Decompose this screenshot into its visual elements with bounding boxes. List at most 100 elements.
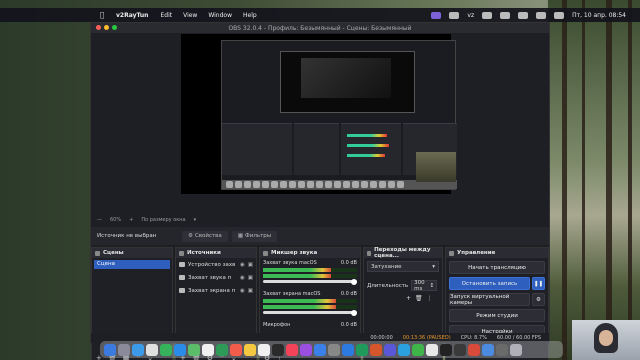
messages-icon[interactable] bbox=[160, 343, 172, 356]
finder-icon[interactable] bbox=[104, 343, 116, 356]
start-stream-button[interactable]: Начать трансляцию bbox=[449, 261, 545, 274]
minimize-button[interactable] bbox=[104, 25, 109, 30]
excel-icon[interactable] bbox=[356, 343, 368, 356]
preview-icon[interactable] bbox=[496, 343, 508, 356]
terminal-icon[interactable] bbox=[440, 343, 452, 356]
scenes-icon bbox=[95, 250, 100, 256]
eye-icon[interactable]: ◉ bbox=[240, 275, 245, 281]
eye-icon[interactable]: ◉ bbox=[240, 262, 245, 268]
reminders-icon[interactable] bbox=[258, 343, 270, 356]
photos-icon[interactable] bbox=[202, 343, 214, 356]
notion-icon[interactable] bbox=[426, 343, 438, 356]
menu-icon[interactable]: ⋮ bbox=[427, 295, 433, 302]
menu-bar:  v2RayTun Edit View Window Help vz Пт, … bbox=[0, 8, 640, 22]
pause-icon[interactable]: ❚❚ bbox=[532, 277, 545, 290]
filters-label: Фильтры bbox=[245, 233, 272, 239]
search-icon[interactable] bbox=[536, 11, 547, 19]
lock-icon[interactable]: ▣ bbox=[248, 262, 253, 268]
studio-mode-button[interactable]: Режим студии bbox=[449, 309, 545, 322]
stop-recording-button[interactable]: Остановить запись bbox=[449, 277, 530, 290]
podcasts-icon[interactable] bbox=[300, 343, 312, 356]
calendar-icon[interactable] bbox=[482, 11, 493, 19]
teams-icon[interactable] bbox=[384, 343, 396, 356]
eye-icon[interactable]: ◉ bbox=[240, 288, 245, 294]
source-label: Захват экрана п bbox=[188, 287, 236, 294]
zoom-plus-icon[interactable]: + bbox=[129, 217, 133, 223]
calendar-app-icon[interactable] bbox=[230, 343, 242, 356]
virtual-camera-button[interactable]: Запуск виртуальной камеры bbox=[449, 293, 530, 306]
duration-input[interactable]: 300 ms ↕ bbox=[411, 280, 438, 292]
volume-slider[interactable] bbox=[263, 309, 357, 316]
lock-icon[interactable]: ▣ bbox=[248, 288, 253, 294]
zoom-icon[interactable] bbox=[482, 343, 494, 356]
filters-button[interactable]: ▦ Фильтры bbox=[231, 230, 278, 242]
transition-type: Затухание bbox=[371, 263, 402, 270]
properties-button[interactable]: ⚙ Свойства bbox=[182, 230, 228, 242]
channel-name: Микрофон bbox=[263, 322, 291, 328]
mail-icon[interactable] bbox=[174, 343, 186, 356]
menu-edit[interactable]: Edit bbox=[160, 12, 172, 19]
telegram-icon[interactable] bbox=[398, 343, 410, 356]
zoom-minus-icon[interactable]: — bbox=[97, 217, 102, 223]
bluetooth-icon[interactable] bbox=[500, 11, 511, 19]
trash-icon[interactable]: 🗑 bbox=[415, 295, 423, 302]
controls-title: Управление bbox=[457, 250, 496, 256]
trash-icon[interactable] bbox=[510, 343, 522, 356]
notes-icon[interactable] bbox=[244, 343, 256, 356]
mixer-icon bbox=[263, 250, 268, 256]
duration-label: Длительность bbox=[367, 282, 409, 289]
menu-window[interactable]: Window bbox=[208, 12, 232, 19]
wifi-icon[interactable] bbox=[518, 11, 529, 19]
chrome-icon[interactable] bbox=[146, 343, 158, 356]
powerpoint-icon[interactable] bbox=[370, 343, 382, 356]
fit-mode[interactable]: По размеру окна bbox=[141, 217, 185, 223]
menu-view[interactable]: View bbox=[183, 12, 197, 19]
lock-icon[interactable]: ▣ bbox=[248, 275, 253, 281]
display-icon[interactable] bbox=[449, 11, 460, 19]
pdf-icon[interactable] bbox=[468, 343, 480, 356]
add-transition-icon[interactable]: + bbox=[406, 295, 411, 302]
gear-icon[interactable]: ⚙ bbox=[532, 293, 545, 306]
zoom-level[interactable]: 60% bbox=[110, 217, 121, 223]
source-label: Устройство захв bbox=[188, 261, 236, 268]
source-item[interactable]: Захват экрана п ◉ ▣ bbox=[176, 284, 256, 297]
scene-item[interactable]: Сцена bbox=[94, 260, 170, 269]
transitions-icon bbox=[367, 250, 372, 256]
volume-slider[interactable] bbox=[263, 278, 357, 285]
menu-app-name[interactable]: v2RayTun bbox=[116, 12, 148, 19]
control-center-icon[interactable] bbox=[554, 11, 565, 19]
close-button[interactable] bbox=[96, 25, 101, 30]
camera-icon bbox=[179, 262, 185, 267]
source-item[interactable]: Устройство захв ◉ ▣ bbox=[176, 258, 256, 271]
input-language[interactable]: vz bbox=[467, 12, 474, 19]
transition-select[interactable]: Затухание ▾ bbox=[367, 261, 439, 272]
audio-capture-icon bbox=[179, 275, 185, 280]
chevron-down-icon: ▾ bbox=[432, 263, 435, 270]
volume-meter bbox=[263, 305, 357, 309]
maximize-button[interactable] bbox=[112, 25, 117, 30]
music-icon[interactable] bbox=[286, 343, 298, 356]
webcam-overlay bbox=[572, 320, 640, 360]
channel-name: Захват звука macOS bbox=[263, 260, 317, 266]
apple-icon[interactable]:  bbox=[100, 11, 110, 19]
clock[interactable]: Пт, 10 апр. 08:54 bbox=[572, 12, 626, 19]
preview-canvas[interactable] bbox=[181, 34, 457, 194]
facetime-icon[interactable] bbox=[216, 343, 228, 356]
tv-icon[interactable] bbox=[272, 343, 284, 356]
word-icon[interactable] bbox=[342, 343, 354, 356]
gear-icon: ⚙ bbox=[188, 233, 193, 239]
app-store-icon[interactable] bbox=[314, 343, 326, 356]
safari-icon[interactable] bbox=[132, 343, 144, 356]
menu-help[interactable]: Help bbox=[243, 12, 257, 19]
whatsapp-icon[interactable] bbox=[412, 343, 424, 356]
channel-name: Захват экрана macOS bbox=[263, 291, 321, 297]
properties-label: Свойства bbox=[194, 233, 222, 239]
launchpad-icon[interactable] bbox=[118, 343, 130, 356]
screen-record-icon[interactable] bbox=[431, 11, 442, 19]
channel-db: 0.0 dB bbox=[340, 322, 357, 328]
chevron-down-icon[interactable]: ▾ bbox=[194, 217, 197, 223]
source-item[interactable]: Захват звука п ◉ ▣ bbox=[176, 271, 256, 284]
obs-icon[interactable] bbox=[454, 343, 466, 356]
settings-app-icon[interactable] bbox=[328, 343, 340, 356]
maps-icon[interactable] bbox=[188, 343, 200, 356]
